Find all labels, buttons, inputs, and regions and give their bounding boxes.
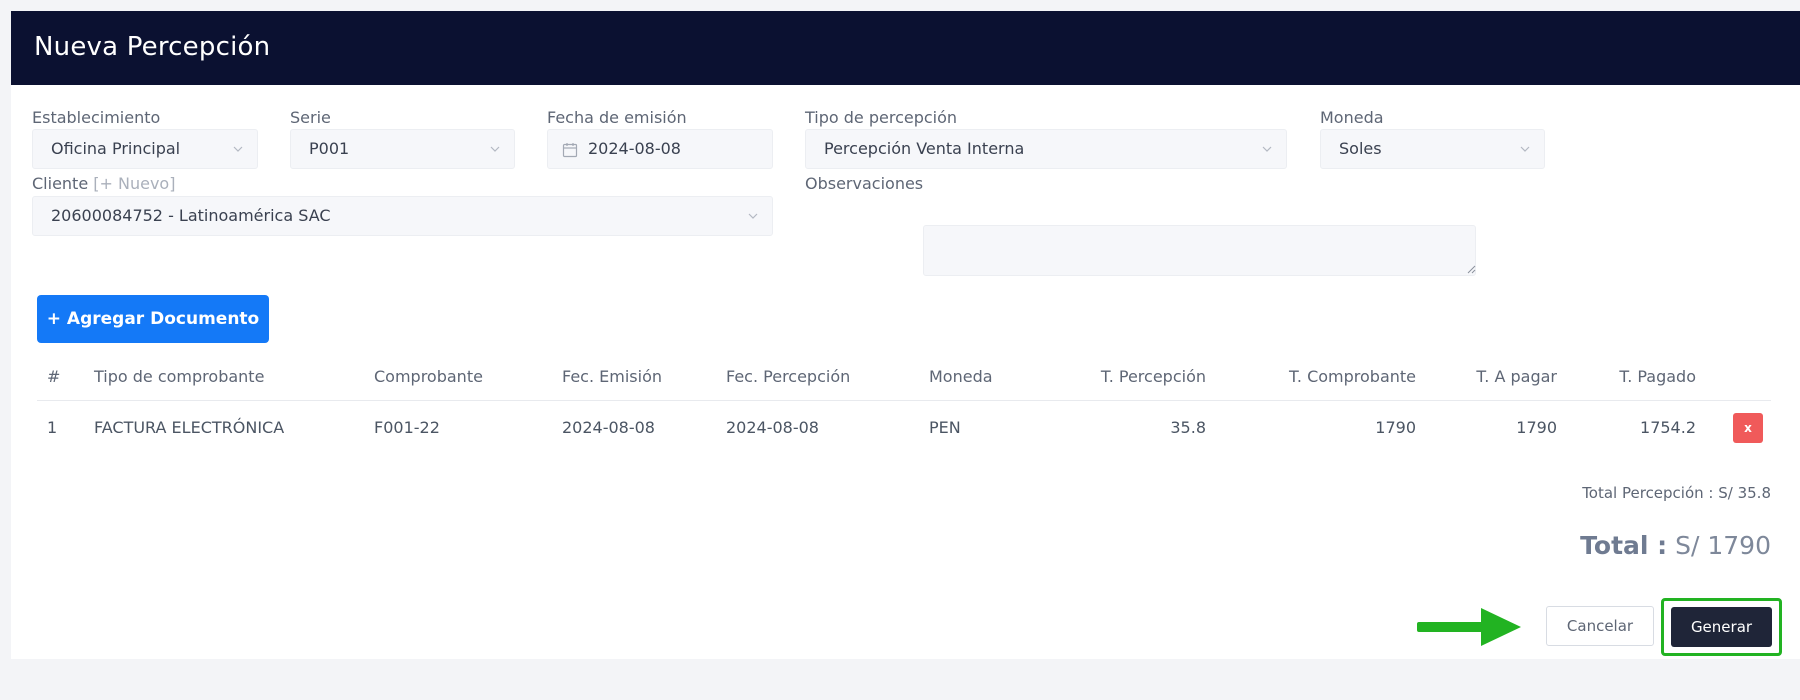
page-title: Nueva Percepción [34,32,271,62]
grand-total: Total : S/ 1790 [1580,531,1771,560]
cell-moneda: PEN [929,418,961,437]
col-header-comprobante: Comprobante [374,367,483,386]
total-percepcion: Total Percepción : S/ 35.8 [1582,484,1771,502]
cliente-label: Cliente [+ Nuevo] [32,174,175,193]
cliente-select[interactable]: 20600084752 - Latinoamérica SAC [32,196,773,236]
chevron-down-icon [490,146,500,152]
add-document-button[interactable]: + Agregar Documento [37,295,269,343]
observaciones-label: Observaciones [805,174,924,193]
serie-label: Serie [290,108,331,127]
cell-t-comprobante: 1790 [1375,418,1416,437]
cell-comprobante: F001-22 [374,418,440,437]
establecimiento-label: Establecimiento [32,108,161,127]
establecimiento-value: Oficina Principal [51,139,181,158]
cell-fec-percepcion: 2024-08-08 [726,418,819,437]
col-header-moneda: Moneda [929,367,993,386]
calendar-icon [562,143,578,158]
resize-grip-icon[interactable] [1466,264,1476,274]
cell-t-percepcion: 35.8 [1170,418,1206,437]
cell-fec-emision: 2024-08-08 [562,418,655,437]
cliente-label-text: Cliente [32,174,89,193]
establecimiento-select[interactable]: Oficina Principal [32,129,258,169]
total-value: S/ 1790 [1675,531,1771,560]
col-header-index: # [47,367,61,386]
moneda-value: Soles [1339,139,1382,158]
total-label: Total : [1580,531,1668,560]
fecha-emision-label: Fecha de emisión [547,108,687,127]
perception-form-card: Nueva Percepción Establecimiento Serie F… [11,11,1800,659]
fecha-emision-picker[interactable]: 2024-08-08 [547,129,773,169]
serie-value: P001 [309,139,350,158]
tipo-percepcion-value: Percepción Venta Interna [824,139,1025,158]
generate-button[interactable]: Generar [1671,607,1772,647]
col-header-tipo: Tipo de comprobante [94,367,265,386]
observaciones-textarea[interactable] [923,225,1476,276]
moneda-select[interactable]: Soles [1320,129,1545,169]
tipo-percepcion-label: Tipo de percepción [805,108,958,127]
table-header-divider [37,400,1771,401]
chevron-down-icon [233,146,243,152]
cell-t-pagado: 1754.2 [1640,418,1696,437]
col-header-t-comprobante: T. Comprobante [1289,367,1416,386]
cliente-value: 20600084752 - Latinoamérica SAC [51,206,331,225]
moneda-label: Moneda [1320,108,1384,127]
delete-row-button[interactable]: x [1733,413,1763,443]
chevron-down-icon [1520,146,1530,152]
col-header-t-a-pagar: T. A pagar [1476,367,1557,386]
cell-t-a-pagar: 1790 [1516,418,1557,437]
col-header-t-percepcion: T. Percepción [1100,367,1206,386]
arrow-right-icon [1417,608,1521,646]
chevron-down-icon [1262,146,1272,152]
col-header-fec-percepcion: Fec. Percepción [726,367,851,386]
col-header-fec-emision: Fec. Emisión [562,367,662,386]
col-header-t-pagado: T. Pagado [1619,367,1696,386]
tipo-percepcion-select[interactable]: Percepción Venta Interna [805,129,1287,169]
chevron-down-icon [748,213,758,219]
cell-tipo: FACTURA ELECTRÓNICA [94,418,285,437]
card-header: Nueva Percepción [11,11,1800,85]
new-client-link[interactable]: [+ Nuevo] [93,174,175,193]
cell-index: 1 [47,418,58,437]
fecha-emision-value: 2024-08-08 [588,139,681,158]
serie-select[interactable]: P001 [290,129,515,169]
cancel-button[interactable]: Cancelar [1546,606,1654,646]
